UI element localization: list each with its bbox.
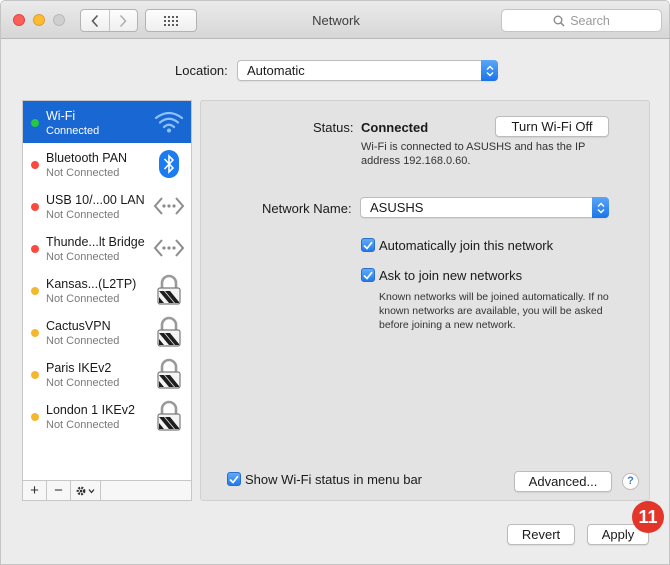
search-field[interactable]: Search	[501, 9, 662, 32]
lock-icon	[153, 358, 185, 390]
bluetooth-icon	[153, 148, 185, 180]
status-dot	[31, 413, 39, 421]
auto-join-label[interactable]: Automatically join this network	[379, 238, 553, 253]
lock-icon	[153, 274, 185, 306]
service-name: London 1 IKEv2	[46, 403, 135, 417]
service-status: Not Connected	[46, 377, 120, 389]
status-dot	[31, 245, 39, 253]
location-select[interactable]: Automatic	[237, 60, 498, 81]
service-item-bluetooth-pan[interactable]: Bluetooth PAN Not Connected	[23, 143, 191, 185]
service-item-wifi[interactable]: Wi-Fi Connected	[23, 101, 191, 143]
status-dot	[31, 287, 39, 295]
status-dot	[31, 329, 39, 337]
service-name: Kansas...(L2TP)	[46, 277, 137, 291]
auto-join-checkbox[interactable]	[361, 238, 375, 252]
service-item-kansas-l2tp[interactable]: Kansas...(L2TP) Not Connected	[23, 269, 191, 311]
step-number-badge: 11	[632, 501, 664, 533]
add-service-button[interactable]: +	[23, 481, 47, 500]
service-status: Not Connected	[46, 167, 120, 179]
service-name: Wi-Fi	[46, 109, 76, 123]
show-status-checkbox[interactable]	[227, 472, 241, 486]
title-bar: Network Search	[1, 1, 669, 39]
service-item-paris-ikev2[interactable]: Paris IKEv2 Not Connected	[23, 353, 191, 395]
service-list: Wi-Fi Connected Bluetooth PAN Not Connec…	[22, 100, 192, 501]
network-name-label: Network Name:	[262, 201, 352, 216]
show-status-label[interactable]: Show Wi-Fi status in menu bar	[245, 472, 422, 487]
service-name: Paris IKEv2	[46, 361, 112, 375]
status-dot	[31, 161, 39, 169]
service-name: CactusVPN	[46, 319, 111, 333]
service-status: Not Connected	[46, 251, 120, 263]
ask-join-checkbox[interactable]	[361, 268, 375, 282]
updown-arrows-icon	[481, 60, 498, 81]
network-name-select[interactable]: ASUSHS	[360, 197, 609, 218]
service-status: Not Connected	[46, 293, 120, 305]
wifi-icon	[153, 106, 185, 138]
service-actions-menu[interactable]	[71, 481, 101, 500]
service-status: Connected	[46, 125, 100, 137]
service-name: Bluetooth PAN	[46, 151, 128, 165]
checkmark-icon	[229, 475, 239, 484]
turn-wifi-off-button[interactable]: Turn Wi-Fi Off	[495, 116, 609, 137]
search-icon	[553, 15, 565, 27]
gear-icon	[76, 486, 94, 495]
lock-icon	[153, 400, 185, 432]
status-dot	[31, 119, 39, 127]
status-description: Wi-Fi is connected to ASUSHS and has the…	[361, 141, 586, 167]
lock-icon	[153, 316, 185, 348]
status-dot	[31, 371, 39, 379]
service-name: USB 10/...00 LAN	[46, 193, 145, 207]
remove-service-button[interactable]: −	[47, 481, 71, 500]
ethernet-icon	[153, 232, 185, 264]
service-status: Not Connected	[46, 335, 120, 347]
status-dot	[31, 203, 39, 211]
ethernet-icon	[153, 190, 185, 222]
network-name-value: ASUSHS	[370, 200, 424, 215]
location-value: Automatic	[247, 63, 305, 78]
ask-join-label[interactable]: Ask to join new networks	[379, 268, 522, 283]
service-list-toolbar: + −	[23, 480, 191, 500]
checkmark-icon	[363, 271, 373, 280]
updown-arrows-icon	[592, 197, 609, 218]
service-name: Thunde...lt Bridge	[46, 235, 145, 249]
service-item-usb-lan[interactable]: USB 10/...00 LAN Not Connected	[23, 185, 191, 227]
checkmark-icon	[363, 241, 373, 250]
service-item-london-ikev2[interactable]: London 1 IKEv2 Not Connected	[23, 395, 191, 437]
ask-join-description: Known networks will be joined automatica…	[379, 291, 609, 331]
status-value: Connected	[361, 120, 429, 135]
advanced-button[interactable]: Advanced...	[514, 471, 612, 492]
search-placeholder: Search	[570, 13, 610, 28]
help-button[interactable]: ?	[622, 473, 639, 490]
revert-button[interactable]: Revert	[507, 524, 575, 545]
service-item-cactusvpn[interactable]: CactusVPN Not Connected	[23, 311, 191, 353]
service-status: Not Connected	[46, 209, 120, 221]
status-label: Status:	[313, 120, 354, 135]
network-preferences-window: Network Search Location: Automatic Wi-Fi…	[0, 0, 670, 565]
service-item-thunderbolt-bridge[interactable]: Thunde...lt Bridge Not Connected	[23, 227, 191, 269]
location-label: Location:	[175, 63, 228, 78]
service-status: Not Connected	[46, 419, 120, 431]
